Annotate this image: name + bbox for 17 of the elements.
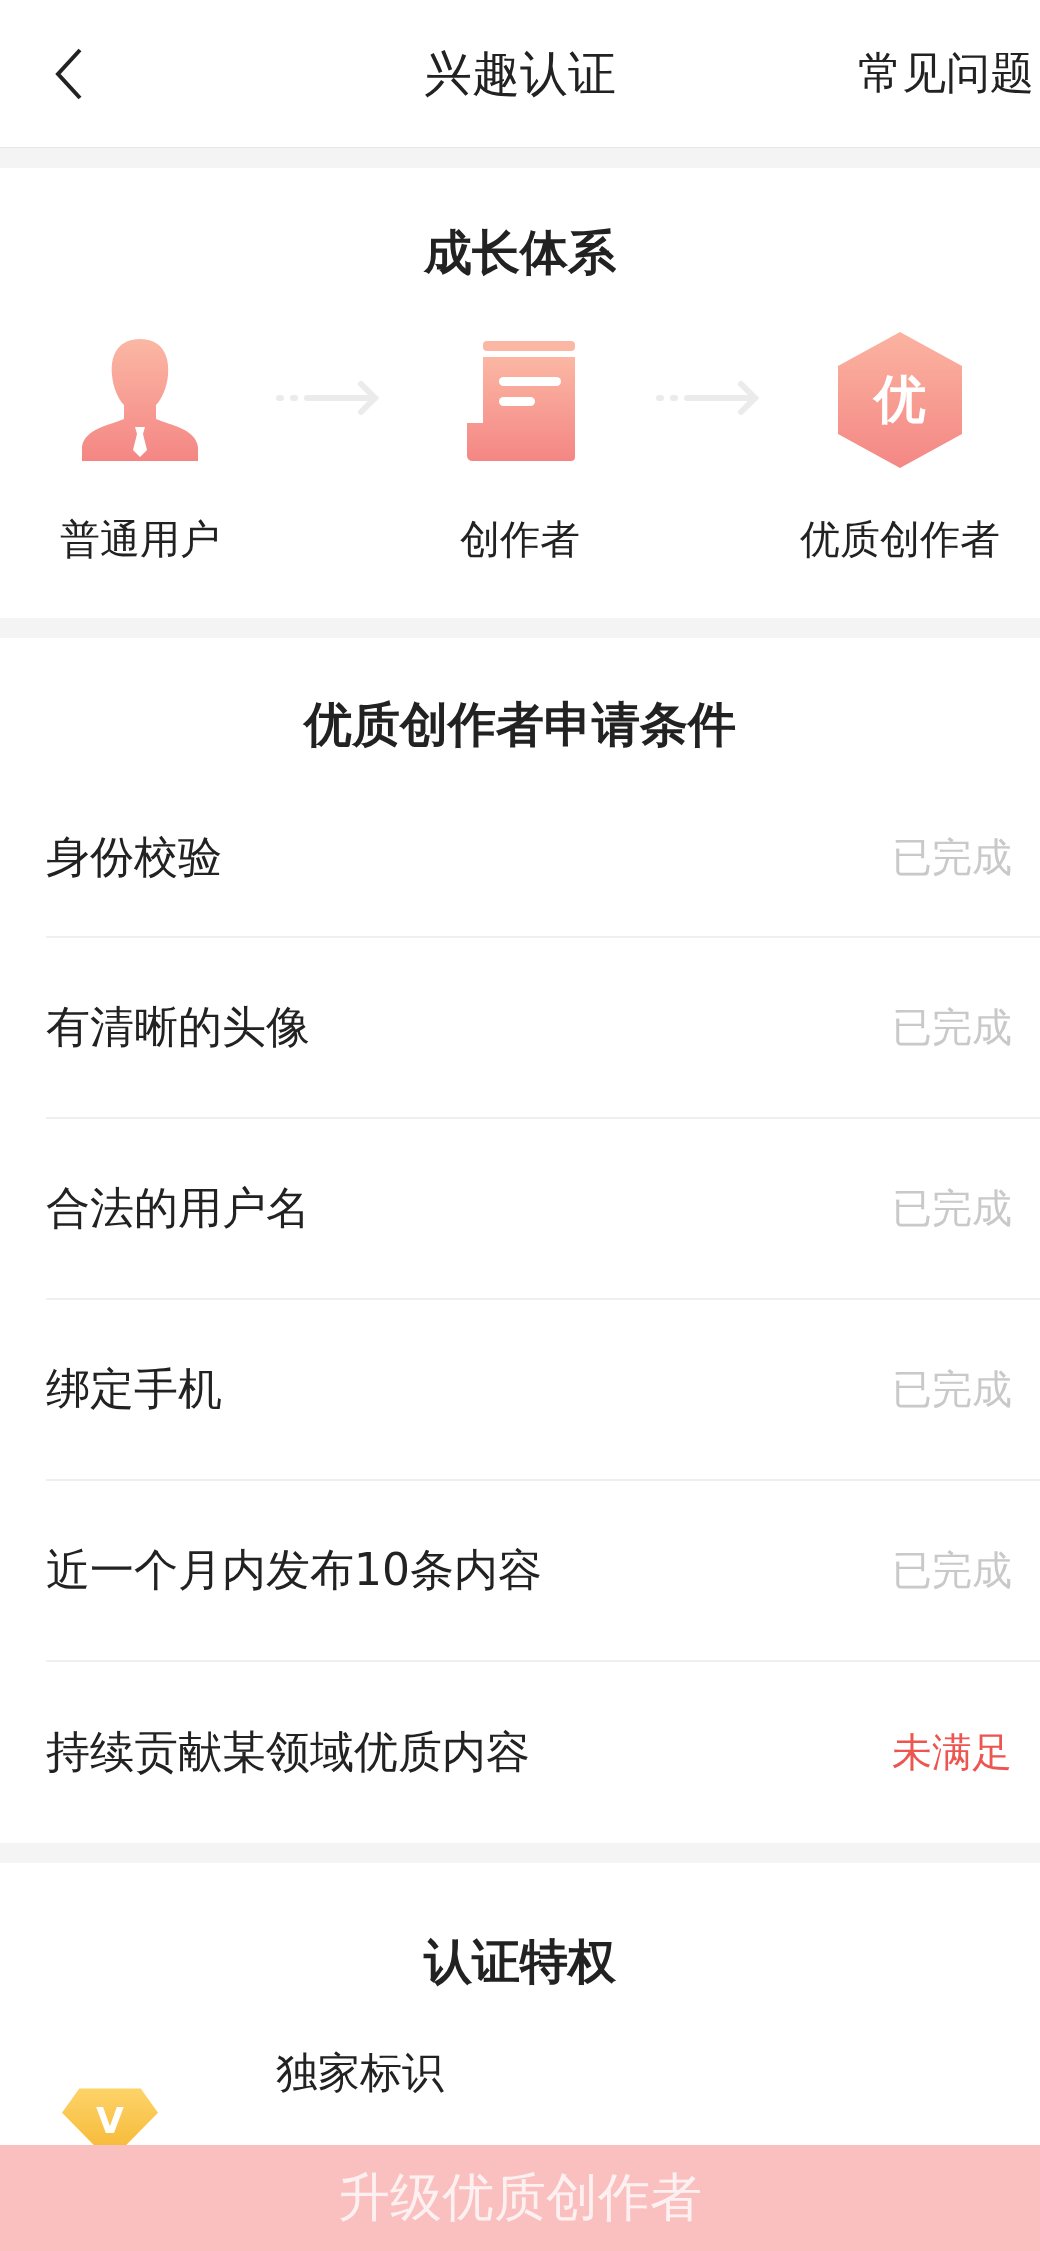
hexagon-badge: 优 [838,332,962,468]
condition-label: 近一个月内发布10条内容 [46,1543,542,1597]
condition-label: 绑定手机 [46,1362,222,1416]
section-title: 优质创作者申请条件 [302,695,737,754]
section-title: 成长体系 [422,223,617,282]
section-title: 认证特权 [422,1932,617,1991]
faq-link[interactable]: 常见问题 [858,44,1034,103]
stage-label: 优质创作者 [800,515,1000,564]
condition-label: 合法的用户名 [46,1181,310,1235]
condition-label: 有清晰的头像 [46,1000,310,1054]
condition-status: 未满足 [892,1728,1012,1777]
page-title: 兴趣认证 [424,43,616,103]
condition-label: 持续贡献某领域优质内容 [46,1725,530,1779]
stage-label: 普通用户 [60,515,220,564]
stage-label: 创作者 [460,515,580,564]
condition-label: 身份校验 [46,829,222,884]
privilege-title: 独家标识 [276,2047,444,2099]
